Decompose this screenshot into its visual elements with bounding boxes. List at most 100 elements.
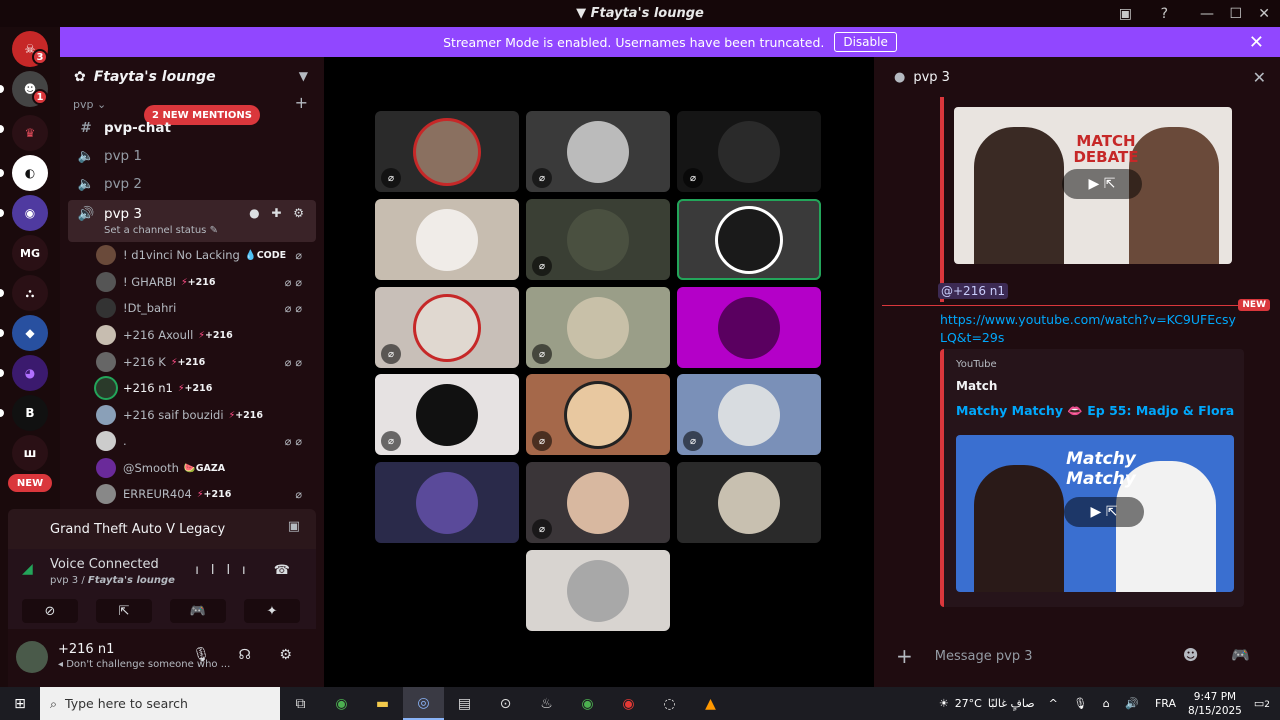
task-view-icon[interactable]: ⧉ — [280, 687, 321, 720]
tray-icons[interactable]: ^ 🎙 ⌂ 🔊 — [1049, 697, 1145, 710]
stream-game-icon[interactable]: ▣ — [288, 519, 300, 534]
play-button[interactable]: ▶ ⇱ — [1062, 169, 1142, 199]
camera-off-button[interactable]: ⊘ — [22, 599, 78, 623]
server-icon-3[interactable]: ♛ — [12, 115, 48, 151]
banner-text: Streamer Mode is enabled. Usernames have… — [443, 34, 825, 50]
help-icon[interactable]: ? — [1161, 0, 1168, 27]
voice-user[interactable]: ! d1vinci No Lacking 💧CODE ⌀ — [96, 244, 316, 266]
play-button[interactable]: ▶ ⇱ — [1064, 497, 1144, 527]
user-name[interactable]: +216 n1 — [58, 642, 114, 657]
user-controls[interactable]: 🎙 ☊ ⚙ — [192, 647, 304, 663]
channel-pvp-3[interactable]: 🔊 pvp 3 Set a channel status ✎ ● ✚ ⚙ — [68, 200, 316, 242]
soundboard-button[interactable]: ✦ — [244, 599, 300, 623]
maximize-button[interactable]: ☐ — [1229, 0, 1242, 27]
steam-icon[interactable]: ♨ — [526, 687, 567, 720]
weather-icon[interactable]: ☀ — [939, 697, 949, 710]
language-indicator[interactable]: FRA — [1155, 697, 1176, 710]
add-attachment-icon[interactable]: + — [896, 644, 913, 668]
embed-author[interactable]: Match — [956, 379, 997, 393]
screen-share-button[interactable]: ⇱ — [96, 599, 152, 623]
inbox-icon[interactable]: ▣ — [1119, 0, 1132, 27]
message-input[interactable]: Message pvp 3 — [935, 649, 1033, 664]
server-icon-11[interactable]: ꟺ — [12, 435, 48, 471]
voice-user[interactable]: +216 saif bouzidi ⚡+216 — [96, 404, 316, 426]
signal-icon[interactable]: ◢ — [22, 561, 33, 577]
notification-icon[interactable]: ▭2 — [1254, 697, 1270, 710]
channel-actions[interactable]: ● ✚ ⚙ — [249, 206, 308, 220]
avatar[interactable] — [16, 641, 48, 673]
app-icon[interactable]: ⊙ — [485, 687, 526, 720]
video-thumbnail[interactable]: Matchy Matchy ▶ ⇱ — [956, 435, 1234, 592]
avatar — [567, 559, 629, 622]
channel-pvp-2[interactable]: 🔈 pvp 2 — [68, 171, 316, 197]
emoji-and-activity-icons[interactable]: ☻ 🎮 — [1183, 646, 1264, 664]
participant-tile[interactable]: ⌀ — [375, 287, 519, 368]
clock[interactable]: 9:47 PM 8/15/2025 — [1188, 690, 1242, 718]
voice-user[interactable]: +216 K ⚡+216 ⌀⌀ — [96, 351, 316, 373]
participant-tile[interactable] — [526, 550, 670, 631]
server-icon-mg[interactable]: MG — [12, 235, 48, 271]
server-icon-5[interactable]: ◉ — [12, 195, 48, 231]
close-icon[interactable]: ✕ — [1253, 68, 1266, 87]
server-icon-4[interactable]: ◐ — [12, 155, 48, 191]
voice-connection-panel: ◢ Voice Connected pvp 3 / Ftayta's loung… — [8, 549, 316, 629]
server-icon-7[interactable]: ⛬ — [12, 275, 48, 311]
app-icon[interactable]: ▤ — [444, 687, 485, 720]
voice-user[interactable]: @Smooth 🍉GAZA — [96, 457, 316, 479]
noise-and-disconnect-icons[interactable]: ıllı ☎ — [195, 563, 302, 578]
participant-tile[interactable]: ⌀ — [526, 199, 670, 280]
avatar — [416, 383, 478, 446]
channel-status[interactable]: Set a channel status ✎ — [104, 225, 218, 236]
server-icon-8[interactable]: ◆ — [12, 315, 48, 351]
participant-tile[interactable]: ⌀ — [526, 111, 670, 192]
close-icon[interactable]: ✕ — [1249, 32, 1264, 53]
category-pvp[interactable]: pvp ⌄ — [73, 98, 106, 111]
participant-tile[interactable]: ⌀ — [677, 374, 821, 455]
user-name: +216 Axoull — [123, 328, 194, 342]
server-icon-10[interactable]: B — [12, 395, 48, 431]
add-channel-icon[interactable]: + — [295, 93, 308, 112]
participant-tile[interactable] — [677, 199, 821, 280]
chrome-icon[interactable]: ◉ — [608, 687, 649, 720]
participant-tile[interactable]: ⌀ — [375, 374, 519, 455]
app-icon[interactable]: ▲ — [690, 687, 731, 720]
minimize-button[interactable]: — — [1200, 0, 1214, 27]
participant-tile[interactable]: ⌀ — [526, 462, 670, 543]
participant-tile[interactable]: ⌀ — [526, 374, 670, 455]
participant-tile[interactable] — [677, 462, 821, 543]
voice-user[interactable]: . ⌀⌀ — [96, 430, 316, 452]
voice-user[interactable]: !Dt_bahri ⌀⌀ — [96, 297, 316, 319]
taskbar-search[interactable]: ⌕ Type here to search — [40, 687, 280, 720]
activities-button[interactable]: 🎮 — [170, 599, 226, 623]
discord-icon[interactable]: ◎ — [403, 687, 444, 720]
participant-tile[interactable] — [375, 462, 519, 543]
voice-status[interactable]: Voice Connected — [50, 557, 159, 572]
video-thumbnail[interactable]: MATCH DEBATE ▶ ⇱ — [954, 107, 1232, 264]
channel-pvp-1[interactable]: 🔈 pvp 1 — [68, 143, 316, 169]
guild-header[interactable]: ✿ Ftayta's lounge ▼ — [60, 57, 324, 97]
chrome-icon[interactable]: ◉ — [567, 687, 608, 720]
participant-tile[interactable]: ⌀ — [375, 111, 519, 192]
embed-title[interactable]: Matchy Matchy 👄 Ep 55: Madjo & Flora — [956, 403, 1234, 419]
message-link[interactable]: https://www.youtube.com/watch?v=KC9UFEcs… — [940, 311, 1240, 347]
participant-tile[interactable] — [375, 199, 519, 280]
server-icon-9[interactable]: ◕ — [12, 355, 48, 391]
voice-user[interactable]: ERREUR404 ⚡+216 ⌀ — [96, 483, 316, 505]
participant-tile[interactable] — [677, 287, 821, 368]
participant-tile[interactable]: ⌀ — [526, 287, 670, 368]
voice-user[interactable]: +216 n1 ⚡+216 — [96, 377, 316, 399]
mention-pill[interactable]: @+216 n1 — [938, 283, 1009, 299]
message-composer[interactable]: + Message pvp 3 ☻ 🎮 — [888, 638, 1268, 674]
participant-tile[interactable]: ⌀ — [677, 111, 821, 192]
chrome-icon[interactable]: ◉ — [321, 687, 362, 720]
voice-user[interactable]: ! GHARBI ⚡+216 ⌀⌀ — [96, 271, 316, 293]
voice-user[interactable]: +216 Axoull ⚡+216 — [96, 324, 316, 346]
chevron-down-icon[interactable]: ▼ — [299, 69, 308, 83]
new-servers-badge[interactable]: NEW — [8, 474, 52, 492]
windows-start-icon[interactable]: ⊞ — [0, 687, 40, 720]
channel-pvp-chat[interactable]: # pvp-chat — [68, 115, 316, 141]
app-icon[interactable]: ◌ — [649, 687, 690, 720]
file-explorer-icon[interactable]: ▬ — [362, 687, 403, 720]
disable-button[interactable]: Disable — [834, 32, 897, 52]
close-window-button[interactable]: ✕ — [1258, 0, 1270, 27]
